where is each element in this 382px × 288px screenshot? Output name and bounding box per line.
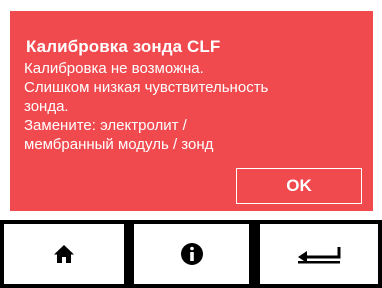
info-button[interactable] — [134, 224, 249, 284]
info-icon — [180, 243, 203, 265]
message-line: мембранный модуль / зонд — [24, 136, 214, 153]
ok-button[interactable]: OK — [236, 168, 362, 204]
back-arrow-icon — [298, 247, 341, 264]
alert-dialog: Калибровка зонда CLF Калибровка не возмо… — [10, 11, 373, 211]
alert-title: Калибровка зонда CLF — [26, 37, 221, 56]
message-line: Слишком низкая чувствительность — [24, 79, 269, 96]
message-line: Калибровка не возможна. — [24, 60, 204, 77]
alert-message: Калибровка не возможна. Слишком низкая ч… — [24, 59, 364, 154]
message-line: зонда. — [24, 98, 69, 115]
home-icon — [54, 245, 74, 263]
message-line: Замените: электролит / — [24, 117, 187, 134]
back-button[interactable] — [260, 224, 378, 284]
home-button[interactable] — [4, 224, 124, 284]
bottom-nav-bar — [0, 220, 382, 288]
